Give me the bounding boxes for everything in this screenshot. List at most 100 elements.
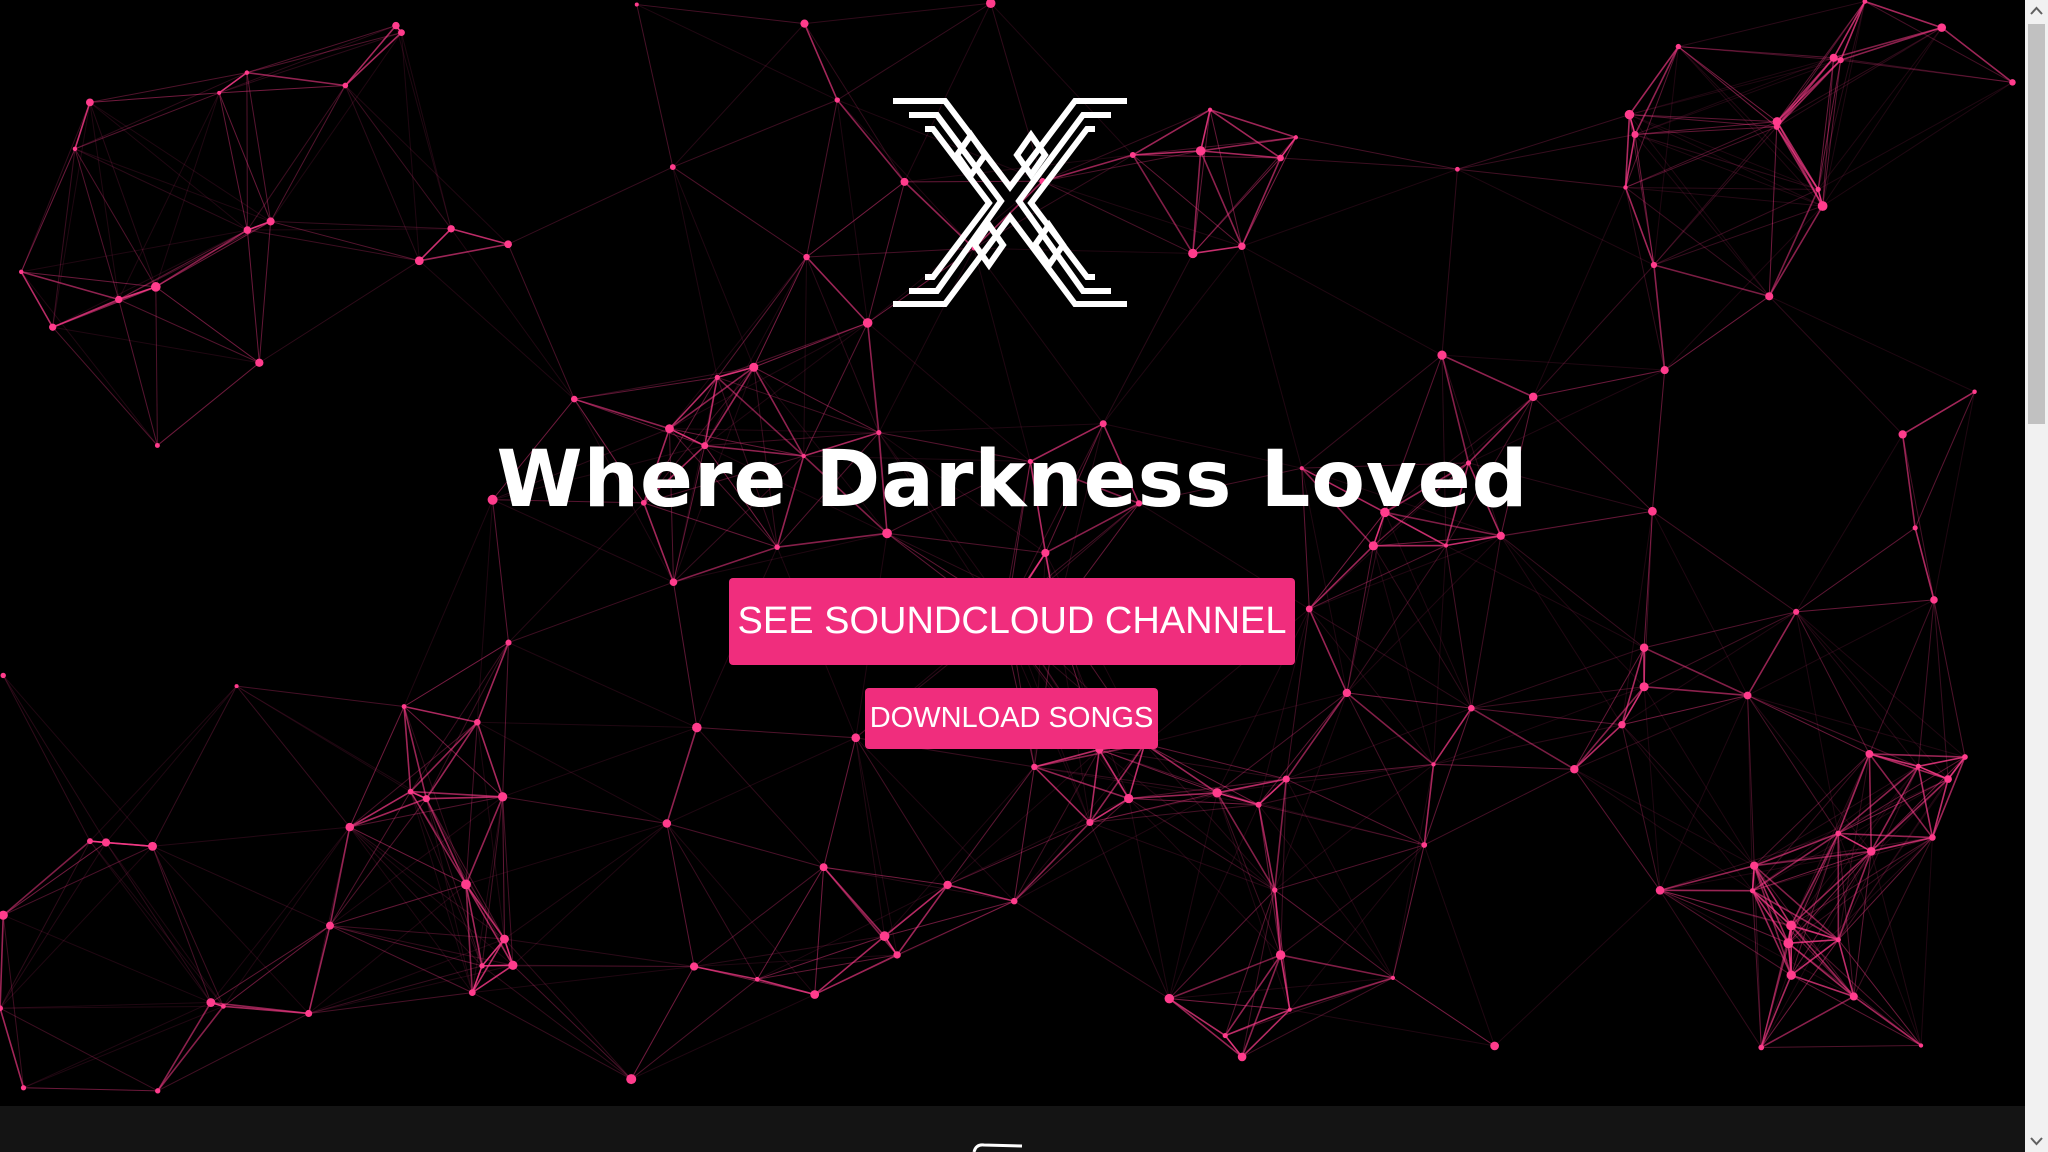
network-line	[806, 99, 838, 258]
download-songs-button[interactable]: DOWNLOAD SONGS	[865, 688, 1158, 749]
network-line	[693, 866, 824, 967]
network-line	[672, 166, 807, 258]
network-node	[1287, 1007, 1292, 1012]
chevron-up-icon[interactable]	[2025, 0, 2048, 22]
network-line	[508, 642, 698, 728]
network-line	[329, 925, 513, 966]
network-node	[414, 256, 424, 266]
network-line	[1933, 599, 1949, 780]
network-node	[1929, 834, 1936, 841]
network-line	[1241, 245, 1443, 356]
network-line	[236, 685, 351, 828]
network-line	[1308, 608, 1348, 694]
network-node	[1443, 543, 1449, 548]
network-line	[1289, 1009, 1495, 1047]
network-line	[246, 85, 346, 231]
network-node	[1271, 887, 1278, 893]
network-line	[89, 840, 212, 1003]
network-line	[329, 798, 427, 926]
network-line	[1258, 692, 1348, 806]
network-node	[1188, 248, 1198, 259]
network-line	[1127, 743, 1146, 799]
network-line	[636, 4, 674, 168]
network-node	[422, 795, 430, 803]
network-line	[410, 721, 478, 793]
network-line	[1573, 724, 1623, 770]
network-line	[1629, 114, 1823, 207]
network-line	[246, 72, 272, 222]
network-line	[89, 685, 237, 842]
network-node	[1437, 350, 1447, 360]
network-node	[1962, 754, 1968, 760]
network-line	[1471, 647, 1645, 709]
network-node	[1849, 992, 1858, 1001]
chevron-down-icon[interactable]	[2025, 1130, 2048, 1152]
network-line	[1457, 134, 1636, 170]
network-line	[246, 230, 260, 363]
network-line	[105, 842, 212, 1003]
network-line	[3, 845, 153, 916]
network-line	[502, 727, 698, 798]
network-line	[89, 92, 220, 103]
network-line	[258, 221, 272, 363]
network-line	[1433, 763, 1575, 770]
scrollbar-thumb[interactable]	[2028, 24, 2045, 424]
network-node	[479, 963, 485, 969]
network-node	[774, 544, 780, 550]
network-node	[1255, 801, 1262, 808]
page-title: Where Darkness Loved	[496, 435, 1529, 525]
network-line	[270, 85, 346, 222]
network-node	[49, 323, 57, 331]
network-line	[1392, 977, 1495, 1047]
network-node	[1282, 775, 1290, 783]
network-node	[1631, 130, 1639, 139]
network-node	[326, 921, 334, 930]
network-line	[1769, 295, 1975, 393]
network-line	[1752, 890, 1922, 1046]
network-line	[1795, 611, 1839, 834]
network-line	[1169, 998, 1290, 1011]
network-line	[344, 32, 403, 87]
network-line	[814, 867, 825, 995]
network-node	[1743, 691, 1752, 700]
network-line	[1241, 1009, 1291, 1058]
network-line	[1432, 707, 1472, 765]
network-line	[426, 795, 503, 800]
network-line	[1457, 114, 1630, 170]
network-line	[105, 842, 224, 1007]
network-line	[1864, 0, 1943, 29]
network-line	[1286, 778, 1425, 846]
vertical-scrollbar[interactable]	[2025, 0, 2048, 1152]
network-line	[855, 737, 1015, 902]
network-line	[1643, 686, 1755, 866]
network-line	[344, 85, 509, 245]
network-line	[753, 256, 808, 368]
network-node	[1835, 937, 1841, 943]
network-line	[1309, 545, 1447, 610]
network-line	[508, 581, 674, 644]
network-line	[1761, 1044, 1922, 1048]
network-line	[666, 823, 824, 868]
network-line	[1822, 81, 2013, 207]
network-node	[86, 98, 94, 107]
network-node	[662, 819, 672, 828]
network-line	[1795, 611, 1919, 767]
network-line	[222, 826, 351, 1007]
network-node	[447, 225, 455, 233]
network-line	[210, 1001, 309, 1015]
network-line	[704, 256, 807, 446]
network-line	[1817, 81, 2013, 190]
network-line	[1918, 765, 1949, 780]
network-line	[1621, 611, 1797, 726]
see-soundcloud-channel-button[interactable]: SEE SOUNDCLOUD CHANNEL	[729, 578, 1295, 665]
network-line	[947, 766, 1035, 886]
network-node	[1528, 392, 1538, 402]
network-node	[20, 1085, 27, 1091]
network-line	[1013, 900, 1170, 1000]
network-node	[1815, 186, 1821, 193]
network-line	[1621, 694, 1748, 726]
network-line	[344, 85, 420, 261]
network-line	[1914, 527, 1935, 601]
network-node	[345, 822, 355, 832]
network-line	[1776, 27, 1943, 128]
